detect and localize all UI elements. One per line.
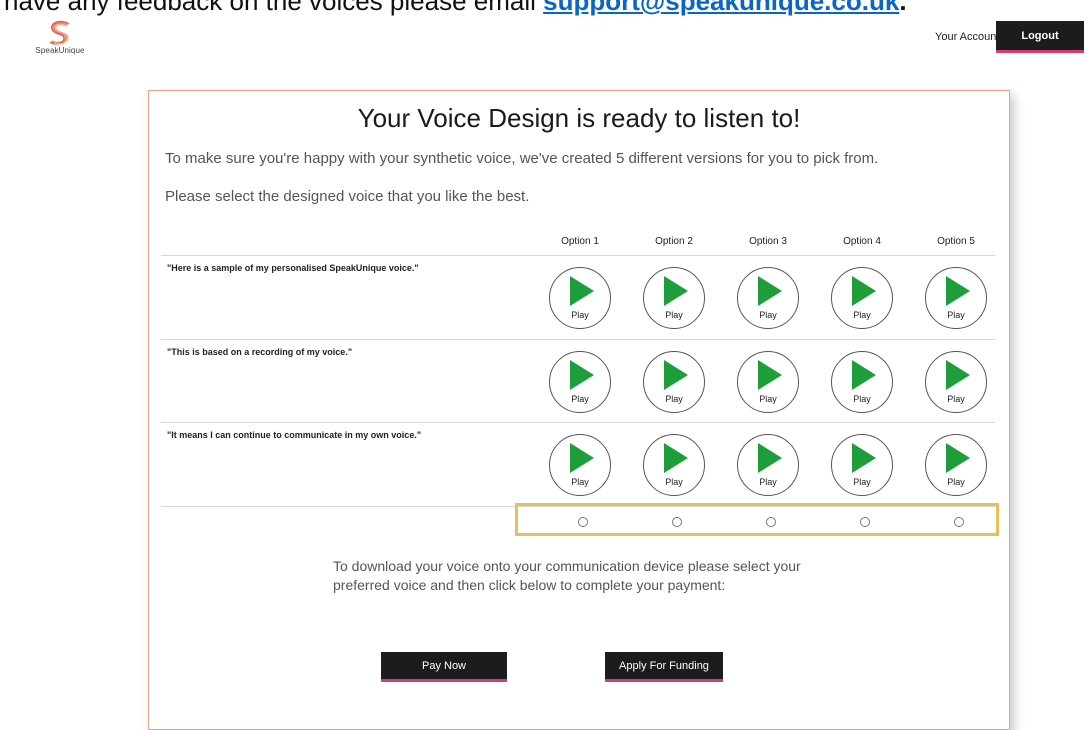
page-title: Your Voice Design is ready to listen to!: [357, 103, 801, 133]
radio-option-3[interactable]: [766, 517, 776, 527]
play-icon: [946, 443, 970, 473]
play-button-row1-option3[interactable]: Play: [737, 267, 799, 329]
play-icon: [946, 276, 970, 306]
play-icon: [570, 360, 594, 390]
play-label: Play: [571, 394, 589, 404]
play-label: Play: [571, 477, 589, 487]
play-label: Play: [759, 310, 777, 320]
pay-now-button[interactable]: Pay Now: [381, 652, 507, 682]
radio-option-5[interactable]: [954, 517, 964, 527]
play-icon: [664, 443, 688, 473]
radio-option-4[interactable]: [860, 517, 870, 527]
play-label: Play: [947, 310, 965, 320]
play-icon: [664, 276, 688, 306]
play-button-row1-option5[interactable]: Play: [925, 267, 987, 329]
feedback-banner: have any feedback on the voices please e…: [0, 0, 1088, 18]
play-icon: [664, 360, 688, 390]
play-button-row3-option5[interactable]: Play: [925, 434, 987, 496]
play-button-row3-option1[interactable]: Play: [549, 434, 611, 496]
intro-text: To make sure you're happy with your synt…: [165, 150, 879, 167]
play-label: Play: [853, 310, 871, 320]
download-instructions: To download your voice onto your communi…: [333, 558, 801, 593]
option-header-1: Option 1: [561, 236, 599, 247]
radio-option-2[interactable]: [672, 517, 682, 527]
play-icon: [852, 443, 876, 473]
logout-button[interactable]: Logout: [996, 21, 1084, 53]
play-label: Play: [947, 394, 965, 404]
logo-text: SpeakUnique: [35, 46, 85, 55]
your-account-link[interactable]: Your Account: [935, 31, 999, 43]
play-button-row3-option2[interactable]: Play: [643, 434, 705, 496]
support-email-link[interactable]: support@speakunique.co.uk: [543, 0, 899, 16]
banner-trail: .: [899, 0, 907, 16]
radio-option-1[interactable]: [578, 517, 588, 527]
option-header-2: Option 2: [655, 236, 693, 247]
banner-text: have any feedback on the voices please e…: [4, 0, 544, 16]
play-label: Play: [665, 310, 683, 320]
play-label: Play: [947, 477, 965, 487]
play-icon: [852, 276, 876, 306]
play-label: Play: [571, 310, 589, 320]
play-button-row2-option4[interactable]: Play: [831, 351, 893, 413]
sample-3-label: "It means I can continue to communicate …: [167, 430, 422, 440]
play-button-row1-option2[interactable]: Play: [643, 267, 705, 329]
instruction-text: Please select the designed voice that yo…: [165, 188, 530, 205]
play-label: Play: [665, 477, 683, 487]
apply-for-funding-button[interactable]: Apply For Funding: [605, 652, 723, 682]
play-icon: [570, 276, 594, 306]
play-label: Play: [759, 477, 777, 487]
play-icon: [852, 360, 876, 390]
voice-selection-group: [515, 503, 999, 536]
play-label: Play: [665, 394, 683, 404]
play-label: Play: [759, 394, 777, 404]
option-headers: Option 1 Option 2 Option 3 Option 4 Opti…: [161, 233, 995, 253]
play-button-row1-option1[interactable]: Play: [549, 267, 611, 329]
play-icon: [758, 276, 782, 306]
option-header-4: Option 4: [843, 236, 881, 247]
option-header-3: Option 3: [749, 236, 787, 247]
play-button-row2-option5[interactable]: Play: [925, 351, 987, 413]
play-button-row3-option3[interactable]: Play: [737, 434, 799, 496]
divider: [161, 255, 995, 256]
divider: [161, 422, 995, 423]
play-icon: [758, 443, 782, 473]
speakunique-logo[interactable]: SpeakUnique: [30, 20, 90, 55]
play-button-row1-option4[interactable]: Play: [831, 267, 893, 329]
play-button-row2-option1[interactable]: Play: [549, 351, 611, 413]
play-button-row2-option3[interactable]: Play: [737, 351, 799, 413]
sample-1-label: "Here is a sample of my personalised Spe…: [167, 263, 419, 273]
voice-design-card: Your Voice Design is ready to listen to!…: [148, 90, 1010, 730]
speakunique-s-logo-icon: [49, 20, 70, 45]
play-icon: [946, 360, 970, 390]
play-label: Play: [853, 477, 871, 487]
play-icon: [758, 360, 782, 390]
play-icon: [570, 443, 594, 473]
play-button-row3-option4[interactable]: Play: [831, 434, 893, 496]
divider: [161, 339, 995, 340]
play-button-row2-option2[interactable]: Play: [643, 351, 705, 413]
play-label: Play: [853, 394, 871, 404]
option-header-5: Option 5: [937, 236, 975, 247]
sample-2-label: "This is based on a recording of my voic…: [167, 347, 353, 357]
